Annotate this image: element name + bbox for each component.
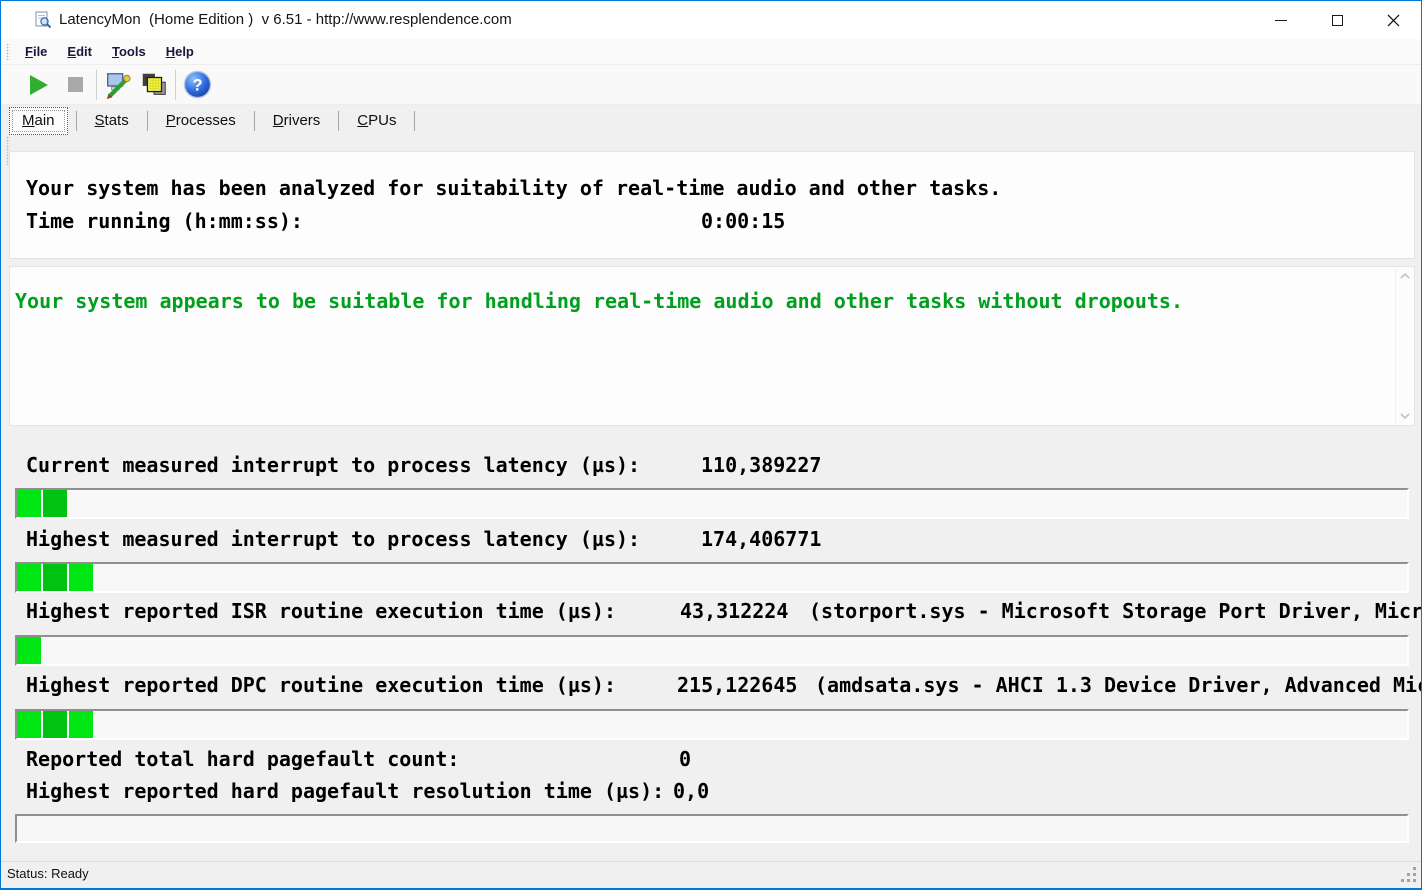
toolbar: ? (1, 65, 1421, 105)
current-latency-bar-fill (17, 490, 67, 517)
stop-monitor-button[interactable] (57, 68, 93, 102)
tab-drivers[interactable]: Drivers (255, 107, 339, 134)
window-title: LatencyMon (Home Edition ) v 6.51 - http… (59, 1, 512, 39)
minimize-icon (1275, 20, 1287, 21)
help-button[interactable]: ? (179, 68, 215, 102)
pagefault-bar (15, 814, 1409, 843)
menu-tools[interactable]: Tools (102, 44, 156, 59)
menubar-drag-grip[interactable] (6, 43, 10, 60)
minimize-button[interactable] (1253, 1, 1309, 39)
dpc-bar-fill (17, 711, 93, 738)
analyze-tool-icon (103, 70, 133, 100)
analysis-headline: Your system has been analyzed for suitab… (26, 176, 1001, 200)
isr-label: Highest reported ISR routine execution t… (26, 599, 616, 623)
menu-file[interactable]: File (15, 44, 57, 59)
isr-bar-fill (17, 637, 41, 664)
toolbar-separator (175, 70, 176, 100)
dpc-driver-detail: (amdsata.sys - AHCI 1.3 Device Driver, A… (815, 673, 1422, 697)
dpc-bar (15, 709, 1409, 740)
time-running-label: Time running (h:mm:ss): (26, 209, 303, 233)
pagefault-resolution-label: Highest reported hard pagefault resoluti… (26, 779, 664, 803)
dpc-value: 215,122645 (677, 673, 797, 697)
tab-main[interactable]: Main (9, 107, 68, 135)
highest-latency-label: Highest measured interrupt to process la… (26, 527, 640, 551)
current-latency-label: Current measured interrupt to process la… (26, 453, 640, 477)
maximize-button[interactable] (1309, 1, 1365, 39)
resize-grip-icon[interactable] (1413, 879, 1416, 882)
dpc-label: Highest reported DPC routine execution t… (26, 673, 616, 697)
verdict-panel: Your system appears to be suitable for h… (9, 266, 1415, 426)
highest-latency-value: 174,406771 (701, 527, 821, 551)
close-button[interactable] (1365, 1, 1421, 39)
pagefault-count-label: Reported total hard pagefault count: (26, 747, 459, 771)
play-icon (30, 75, 48, 95)
maximize-icon (1332, 15, 1343, 26)
status-bar: Status: Ready (1, 861, 1421, 888)
processes-layers-icon (139, 70, 169, 100)
chevron-down-icon (1400, 413, 1410, 419)
verdict-scrollbar[interactable] (1395, 268, 1413, 424)
title-bar[interactable]: LatencyMon (Home Edition ) v 6.51 - http… (1, 1, 1421, 39)
close-icon (1387, 14, 1400, 27)
isr-bar (15, 635, 1409, 666)
isr-driver-detail: (storport.sys - Microsoft Storage Port D… (809, 599, 1422, 623)
stop-icon (68, 77, 83, 92)
scroll-down-button[interactable] (1396, 408, 1413, 424)
menu-help[interactable]: Help (156, 44, 204, 59)
tab-bar: Main Stats Processes Drivers CPUs (1, 105, 1421, 136)
pagefault-resolution-value: 0,0 (673, 779, 709, 803)
analysis-panel: Your system has been analyzed for suitab… (9, 151, 1415, 259)
isr-value: 43,312224 (680, 599, 788, 623)
analyze-button[interactable] (100, 68, 136, 102)
scroll-up-button[interactable] (1396, 268, 1413, 284)
caption-buttons (1253, 1, 1421, 39)
verdict-message: Your system appears to be suitable for h… (15, 289, 1183, 313)
chevron-up-icon (1400, 273, 1410, 279)
app-icon (34, 11, 52, 29)
svg-text:?: ? (192, 76, 202, 95)
latencymon-window: LatencyMon (Home Edition ) v 6.51 - http… (0, 0, 1422, 890)
time-running-value: 0:00:15 (701, 209, 785, 233)
current-latency-value: 110,389227 (701, 453, 821, 477)
toolbar-separator (96, 70, 97, 100)
menu-edit[interactable]: Edit (57, 44, 102, 59)
status-text: Status: Ready (7, 866, 89, 881)
highest-latency-bar-fill (17, 564, 93, 591)
menu-bar: File Edit Tools Help (1, 39, 1421, 65)
help-icon: ? (183, 70, 212, 99)
tab-cpus[interactable]: CPUs (339, 107, 414, 134)
tab-processes[interactable]: Processes (148, 107, 254, 134)
current-latency-bar (15, 488, 1409, 519)
tab-stats[interactable]: Stats (77, 107, 147, 134)
start-monitor-button[interactable] (21, 68, 57, 102)
processes-button[interactable] (136, 68, 172, 102)
highest-latency-bar (15, 562, 1409, 593)
pagefault-count-value: 0 (679, 747, 691, 771)
tab-separator (414, 111, 415, 131)
